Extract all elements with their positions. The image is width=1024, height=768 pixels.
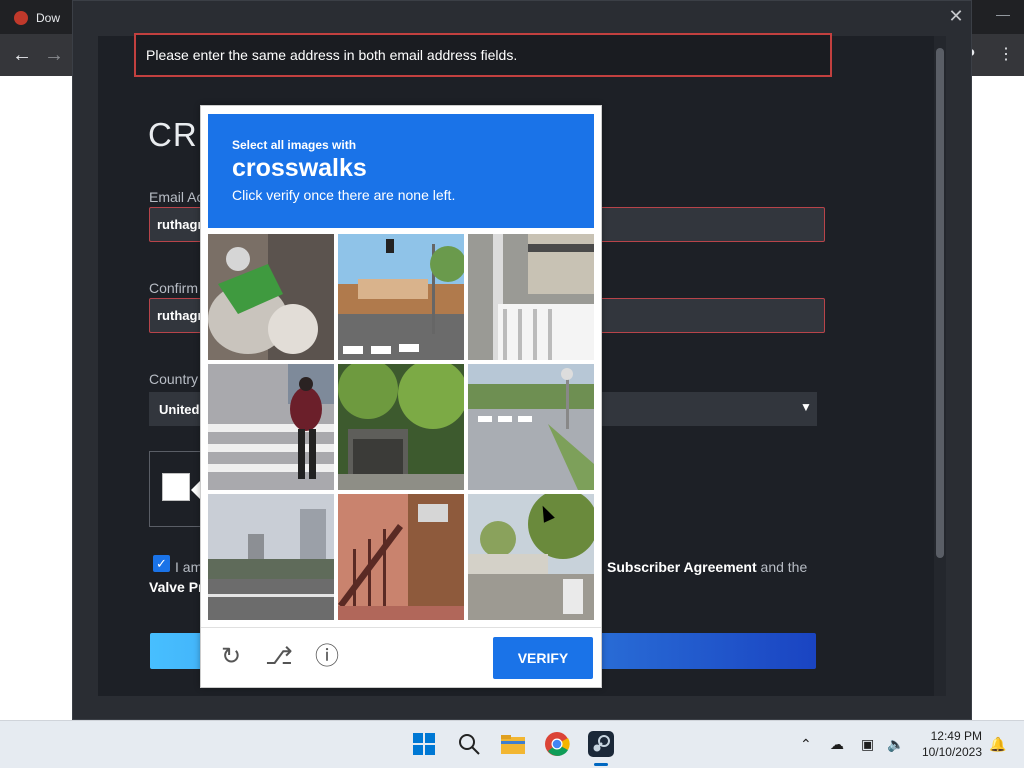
browser-menu-icon[interactable]: ⋮: [998, 44, 1014, 64]
instruction-text: Select all images with: [232, 138, 357, 152]
browser-page-area: [0, 76, 72, 720]
forward-arrow-icon[interactable]: →: [41, 42, 67, 68]
search-icon[interactable]: [455, 730, 483, 758]
onedrive-icon[interactable]: ☁: [830, 736, 844, 753]
house-fence-image: [468, 234, 594, 360]
captcha-tile-5[interactable]: [338, 364, 464, 490]
captcha-tile-9[interactable]: [468, 494, 594, 620]
clock-date[interactable]: 10/10/2023: [916, 745, 982, 759]
captcha-tile-3[interactable]: [468, 234, 594, 360]
chevron-up-icon[interactable]: ⌃: [800, 736, 812, 753]
browser-page-area: [972, 76, 1024, 720]
favicon-icon: [14, 11, 28, 25]
stair-railing-image: [338, 494, 464, 620]
instruction-subtext: Click verify once there are none left.: [232, 187, 456, 203]
clock-time[interactable]: 12:49 PM: [928, 729, 982, 743]
agreement-checkbox[interactable]: ✓: [153, 555, 170, 572]
captcha-tile-4[interactable]: [208, 364, 334, 490]
file-explorer-icon[interactable]: [499, 730, 527, 758]
network-icon[interactable]: ▣: [861, 736, 874, 753]
volume-icon[interactable]: 🔈: [887, 736, 904, 753]
suburban-street-image: [468, 494, 594, 620]
confirm-email-label: Confirm: [149, 280, 199, 296]
captcha-tile-1[interactable]: [208, 234, 334, 360]
back-arrow-icon[interactable]: ←: [9, 42, 35, 68]
captcha-tile-7[interactable]: [208, 494, 334, 620]
scrollbar-thumb[interactable]: [936, 48, 944, 558]
info-icon[interactable]: ⓘ: [313, 643, 341, 671]
recaptcha-instructions: Select all images with crosswalks Click …: [208, 114, 594, 228]
scooter-image: [208, 234, 334, 360]
chevron-down-icon: ▼: [800, 400, 812, 414]
agreement-text: I am: [175, 559, 203, 575]
captcha-tile-2[interactable]: [338, 234, 464, 360]
close-icon[interactable]: ✕: [946, 6, 966, 26]
road-crosswalk-image: [468, 364, 594, 490]
agreement-text-continued: Subscriber Agreement and the: [607, 559, 807, 575]
country-label: Country: [149, 371, 199, 387]
crosswalk-street-image: [338, 234, 464, 360]
agreement-conjunction: and the: [760, 559, 808, 575]
captcha-tile-6[interactable]: [468, 364, 594, 490]
window-minimize-icon[interactable]: —: [996, 6, 1010, 22]
notification-bell-icon[interactable]: 🔔: [989, 736, 1006, 753]
start-icon[interactable]: [410, 730, 438, 758]
recaptcha-checkbox[interactable]: [162, 473, 190, 501]
browser-tab[interactable]: Dow: [14, 6, 60, 30]
error-message-banner: Please enter the same address in both em…: [134, 33, 832, 77]
browser-tab-title: Dow: [36, 11, 61, 25]
audio-icon[interactable]: ⎇: [265, 643, 293, 671]
chrome-icon[interactable]: [543, 730, 571, 758]
pedestrian-crosswalk-image: [208, 364, 334, 490]
active-app-indicator: [594, 763, 608, 766]
steam-icon[interactable]: [587, 730, 615, 758]
verify-button[interactable]: VERIFY: [493, 637, 593, 679]
trees-shed-image: [338, 364, 464, 490]
reload-icon[interactable]: ↻: [217, 643, 245, 671]
email-label: Email Ac: [149, 189, 204, 205]
recaptcha-footer-divider: [201, 627, 601, 628]
city-skyline-image: [208, 494, 334, 620]
instruction-target: crosswalks: [232, 154, 367, 182]
subscriber-agreement-link[interactable]: Subscriber Agreement: [607, 559, 757, 575]
privacy-policy-link[interactable]: Valve Pr: [149, 579, 204, 595]
captcha-tile-8[interactable]: [338, 494, 464, 620]
